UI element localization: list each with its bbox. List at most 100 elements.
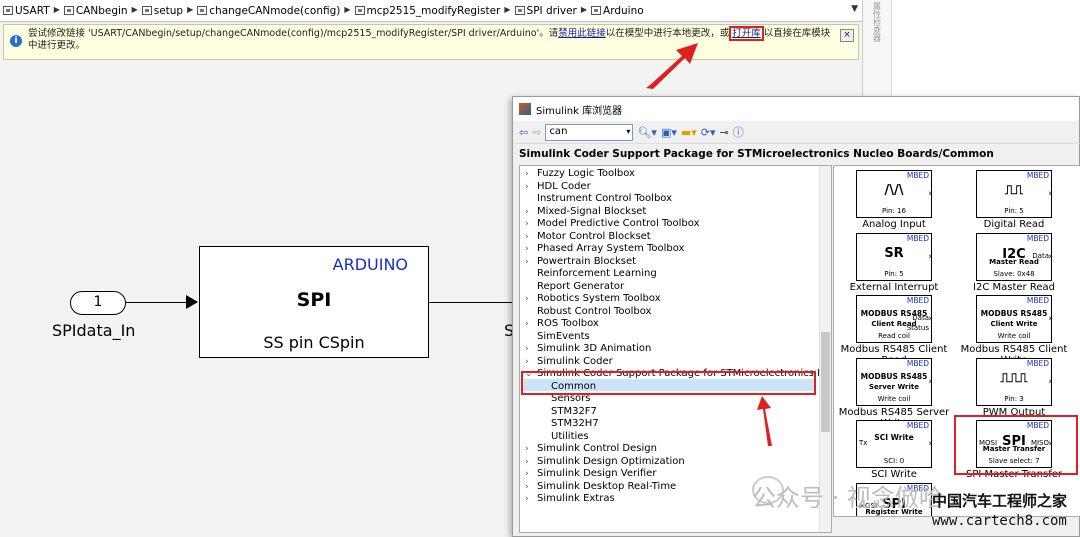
tree-item-label: Simulink 3D Animation — [537, 343, 652, 354]
inport-label: SPIdata_In — [52, 321, 136, 340]
tree-item[interactable]: › Model Predictive Control Toolbox — [520, 218, 816, 231]
chevron-right-icon[interactable]: › — [525, 443, 529, 456]
block-palette[interactable]: MBED/\/\ Pin: 16 › Analog Input MBED ⎍⎍ Pin: 5… — [833, 165, 1080, 517]
chevron-right-icon[interactable]: › — [525, 218, 529, 231]
chevron-right-icon[interactable]: › — [525, 356, 529, 369]
tree-item-label: Instrument Control Toolbox — [537, 193, 673, 204]
library-block[interactable]: MBED MODBUS RS485 Client Read Read coil Data… — [856, 295, 932, 343]
tree-item-label: Powertrain Blockset — [537, 255, 637, 267]
breadcrumb-item[interactable]: setup — [141, 5, 183, 17]
output-port-icon: › — [928, 314, 932, 324]
library-block[interactable]: MBED MODBUS RS485 Server Write Write coil › — [856, 357, 932, 406]
tree-item[interactable]: › Simulink Design Optimization — [520, 456, 816, 469]
tree-item[interactable]: Reinforcement Learning — [520, 268, 816, 281]
open-library-link[interactable]: 打开库 — [729, 26, 764, 41]
search-input[interactable]: can ▾ — [545, 123, 634, 141]
chevron-right-icon[interactable]: › — [525, 231, 529, 244]
block-name: External Interrupt — [849, 281, 939, 293]
block-sub-label: Client Write — [990, 320, 1038, 328]
inport-block[interactable]: 1 — [70, 291, 126, 315]
chevron-right-icon[interactable]: › — [525, 168, 529, 181]
block-tag: MBED — [906, 358, 929, 368]
tree-item[interactable]: SimEvents — [520, 331, 816, 344]
tree-item[interactable]: › Simulink Control Design — [520, 443, 816, 456]
new-model-icon[interactable]: ▣▾ — [661, 126, 677, 139]
search-icon[interactable]: 🔍︎▾ — [637, 126, 657, 139]
tree-item[interactable]: STM32H7 — [520, 418, 816, 431]
tree-item[interactable]: › Robotics System Toolbox — [520, 293, 816, 306]
back-icon[interactable]: ⇦ — [519, 126, 528, 139]
signal-line-out[interactable] — [429, 302, 512, 303]
watermark-url: www.cartech8.com — [932, 513, 1067, 529]
spi-subsystem-block[interactable]: ARDUINO SPI SS pin CSpin — [199, 246, 429, 358]
chevron-down-icon[interactable]: ▾ — [626, 127, 630, 136]
tree-item[interactable]: › Powertrain Blockset — [520, 256, 816, 269]
tree-scrollbar-thumb[interactable] — [821, 332, 830, 432]
library-block[interactable]: MBED MODBUS RS485 Client Write Write coil › — [976, 295, 1052, 343]
tree-item[interactable]: › ROS Toolbox — [520, 318, 816, 331]
breadcrumb-item[interactable]: SPI driver — [514, 5, 577, 17]
tree-item[interactable]: Report Generator — [520, 281, 816, 294]
library-block[interactable]: MBED SR Pin: 5 › — [856, 232, 932, 281]
library-block[interactable]: MBED ⎍⎍ Pin: 5 › — [976, 170, 1052, 218]
block-sub-label: Server Write — [869, 382, 919, 391]
tree-item-label: Simulink Design Optimization — [537, 455, 685, 467]
chevron-right-icon[interactable]: › — [525, 181, 529, 194]
disable-link[interactable]: 禁用此链接 — [558, 28, 606, 39]
tree-item[interactable]: Instrument Control Toolbox — [520, 193, 816, 206]
tree-item[interactable]: Robust Control Toolbox — [520, 306, 816, 319]
block-tag: MBED — [906, 296, 929, 305]
tree-item-label: Mixed-Signal Blockset — [537, 205, 647, 217]
block-parameter: SCI: 0 — [883, 457, 905, 465]
tree-item-label: SimEvents — [537, 330, 590, 342]
tree-item[interactable]: › HDL Coder — [520, 181, 816, 194]
tree-item[interactable]: › Simulink 3D Animation — [520, 343, 816, 356]
tree-item-label: Robust Control Toolbox — [537, 305, 652, 317]
open-folder-icon[interactable]: ▬▾ — [681, 126, 697, 139]
chevron-right-icon[interactable]: › — [525, 318, 529, 331]
output-port-icon: › — [928, 439, 932, 449]
breadcrumb-item[interactable]: Arduino — [591, 5, 644, 17]
close-icon[interactable]: × — [840, 29, 854, 42]
library-path: Simulink Coder Support Package for STMic… — [513, 143, 1080, 163]
chevron-right-icon[interactable]: › — [525, 243, 529, 256]
block-main-label: SCI Write — [874, 433, 914, 442]
notice-text-mid: 以在模型中进行本地更改，或 — [605, 28, 730, 39]
library-block[interactable]: MBED SCI Write SCI: 0 Tx › — [856, 420, 932, 468]
block-tag: MBED — [906, 171, 929, 180]
breadcrumb-item[interactable]: changeCANmode(config) — [197, 5, 340, 17]
tree-item[interactable]: › Mixed-Signal Blockset — [520, 206, 816, 219]
library-block[interactable]: MBED ⎍⎍⎍ Pin: 3 › — [976, 357, 1052, 406]
breadcrumb-item[interactable]: CANbegin — [63, 5, 128, 17]
forward-icon[interactable]: ⇨ — [532, 126, 541, 139]
block-parameter: Pin: 16 — [882, 207, 906, 215]
pin-icon[interactable]: ⊸ — [720, 126, 729, 139]
library-block[interactable]: MBED/\/\ Pin: 16 › — [856, 170, 932, 218]
tree-item[interactable]: STM32F7 — [520, 406, 816, 419]
tree-item-label: Report Generator — [537, 280, 625, 292]
chevron-right-icon[interactable]: › — [525, 206, 529, 219]
chevron-right-icon[interactable]: › — [525, 256, 529, 269]
tree-item[interactable]: › Simulink Coder — [520, 356, 816, 369]
help-icon[interactable]: ⓘ — [733, 124, 744, 140]
block-tag: MBED — [1026, 296, 1049, 305]
library-block[interactable]: MBED I2C Master Read Slave: 0x48 Data › — [976, 232, 1052, 281]
chevron-right-icon[interactable]: › — [525, 293, 529, 306]
chevron-right-icon[interactable]: › — [525, 481, 529, 494]
chevron-right-icon[interactable]: › — [525, 468, 529, 481]
breadcrumb-dropdown-icon[interactable]: ▼ — [851, 4, 858, 14]
property-inspector-tab[interactable]: 属性检查器 — [872, 2, 883, 42]
chevron-right-icon[interactable]: › — [525, 343, 529, 356]
tree-item[interactable]: › Fuzzy Logic Toolbox — [520, 168, 816, 181]
tree-item[interactable]: › Phased Array System Toolbox — [520, 243, 816, 256]
tree-item[interactable]: Utilities — [520, 431, 816, 444]
refresh-icon[interactable]: ⟳▾ — [701, 126, 716, 139]
chevron-right-icon[interactable]: › — [525, 493, 529, 506]
tree-item-label: STM32H7 — [551, 418, 599, 429]
tree-item[interactable]: › Motor Control Blockset — [520, 231, 816, 244]
breadcrumb-item[interactable]: mcp2515_modifyRegister — [354, 5, 500, 17]
signal-line[interactable] — [126, 302, 188, 303]
breadcrumb-item[interactable]: USART — [3, 5, 50, 17]
block-title: SPI — [296, 289, 332, 311]
chevron-right-icon[interactable]: › — [525, 456, 529, 469]
